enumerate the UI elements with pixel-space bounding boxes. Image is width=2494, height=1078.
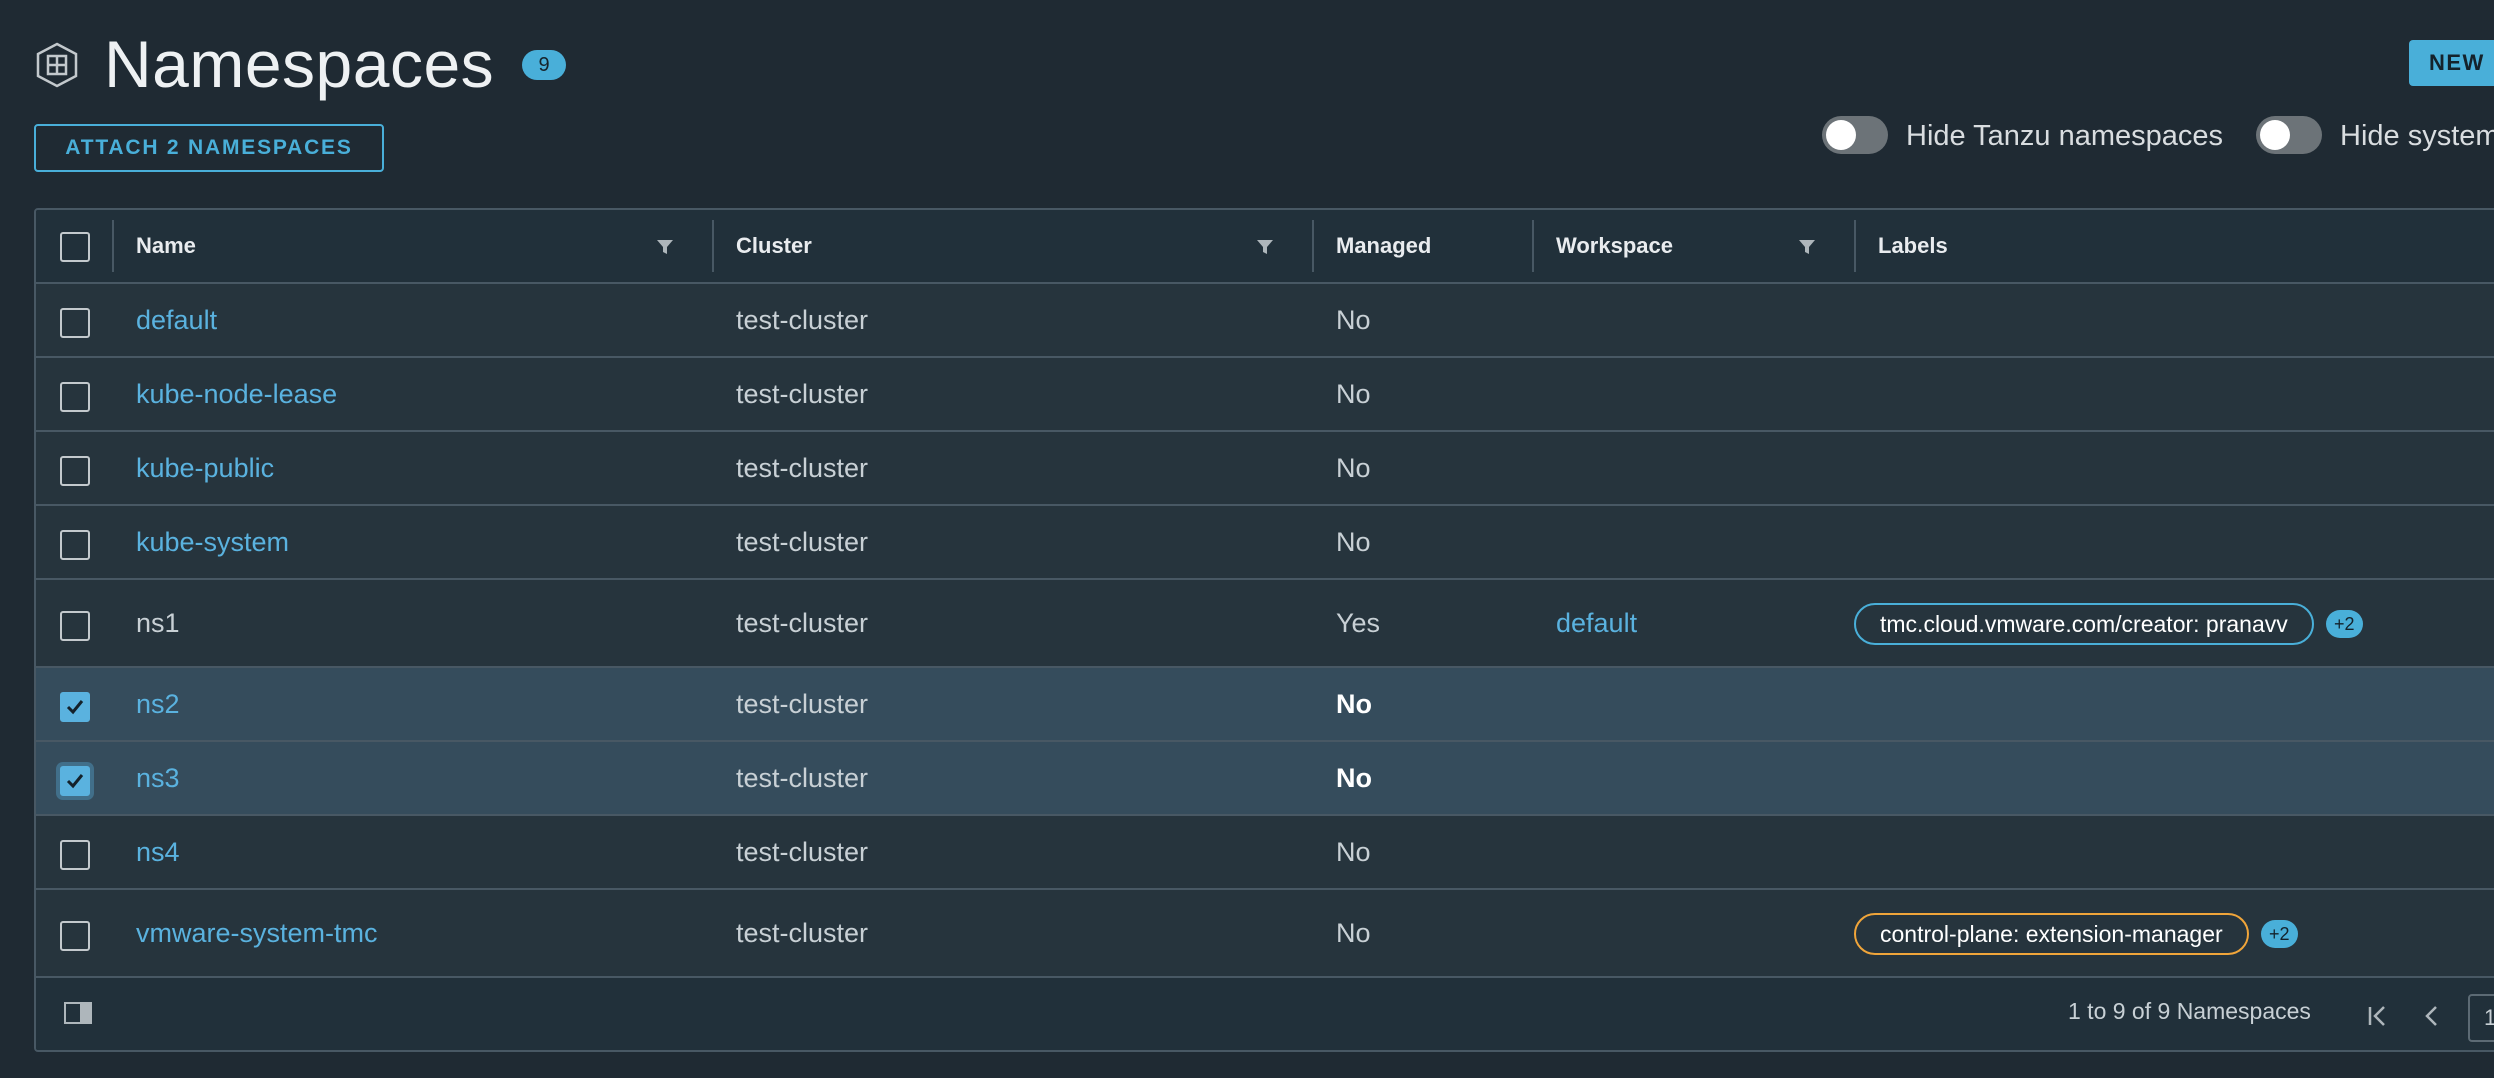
row-select-checkbox[interactable] <box>60 530 90 560</box>
column-toggle-icon[interactable] <box>64 1002 92 1026</box>
cluster-name[interactable]: test-cluster <box>736 379 868 410</box>
check-icon <box>66 700 84 715</box>
filter-icon[interactable] <box>1256 238 1274 256</box>
more-labels-badge[interactable]: +2 <box>2261 920 2298 948</box>
page-number-input[interactable]: 1 <box>2468 994 2494 1042</box>
table-row[interactable]: ns4 test-cluster No <box>36 816 2494 890</box>
table-row[interactable]: vmware-system-tmc test-cluster No control-p… <box>36 890 2494 978</box>
namespace-name-link[interactable]: ns3 <box>136 763 180 794</box>
cluster-name[interactable]: test-cluster <box>736 453 868 484</box>
managed-status: No <box>1336 305 1371 335</box>
namespace-count-badge: 9 <box>522 50 566 80</box>
column-separator[interactable] <box>1532 220 1534 272</box>
row-select-checkbox[interactable] <box>60 692 90 722</box>
managed-status: No <box>1336 763 1372 793</box>
namespace-name-link[interactable]: vmware-system-tmc <box>136 918 378 949</box>
namespace-name-link[interactable]: kube-system <box>136 527 289 558</box>
column-header-name[interactable]: Name <box>136 210 196 282</box>
cluster-name[interactable]: test-cluster <box>736 837 868 868</box>
table-row[interactable]: kube-public test-cluster No <box>36 432 2494 506</box>
filter-icon[interactable] <box>1798 238 1816 256</box>
new-namespace-button[interactable]: NEW <box>2409 40 2494 86</box>
column-header-managed[interactable]: Managed <box>1336 210 1431 282</box>
pagination-summary: 1 to 9 of 9 Namespaces <box>2068 998 2311 1024</box>
table-row[interactable]: ns3 test-cluster No <box>36 742 2494 816</box>
namespace-name-link[interactable]: ns4 <box>136 837 180 868</box>
row-select-checkbox[interactable] <box>60 382 90 412</box>
table-row[interactable]: kube-node-lease test-cluster No <box>36 358 2494 432</box>
managed-status: No <box>1336 689 1372 719</box>
label-tag: tmc.cloud.vmware.com/creator: pranavv <box>1854 603 2314 645</box>
page-title: Namespaces <box>104 27 495 101</box>
row-select-checkbox[interactable] <box>60 840 90 870</box>
hide-system-toggle[interactable] <box>2256 116 2322 154</box>
namespace-name-link[interactable]: kube-node-lease <box>136 379 337 410</box>
row-select-checkbox[interactable] <box>60 921 90 951</box>
managed-status: No <box>1336 527 1371 557</box>
column-header-workspace[interactable]: Workspace <box>1556 210 1673 282</box>
more-labels-badge[interactable]: +2 <box>2326 610 2363 638</box>
namespaces-datagrid: Name Cluster Managed Workspace Labels de… <box>34 208 2494 1052</box>
cluster-name[interactable]: test-cluster <box>736 763 868 794</box>
select-all-checkbox[interactable] <box>60 232 90 262</box>
filter-icon[interactable] <box>656 238 674 256</box>
namespace-name-link[interactable]: ns2 <box>136 689 180 720</box>
toggle-knob <box>1826 120 1856 150</box>
namespace-name-link[interactable]: ns1 <box>136 608 180 639</box>
grid-footer: 1 to 9 of 9 Namespaces 1 <box>36 980 2494 1050</box>
column-separator <box>112 220 114 272</box>
managed-status: Yes <box>1336 608 1381 638</box>
namespaces-page: Namespaces 9 NEW ATTACH 2 NAMESPACES Hid… <box>0 0 2494 1078</box>
label-tag: control-plane: extension-manager <box>1854 913 2249 955</box>
managed-status: No <box>1336 379 1371 409</box>
toggle-knob <box>2260 120 2290 150</box>
column-separator[interactable] <box>1854 220 1856 272</box>
namespace-grid-icon <box>36 42 78 88</box>
grid-header: Name Cluster Managed Workspace Labels <box>36 210 2494 284</box>
check-icon <box>66 774 84 789</box>
table-row[interactable]: ns2 test-cluster No <box>36 668 2494 742</box>
row-select-checkbox[interactable] <box>60 308 90 338</box>
namespace-name-link[interactable]: kube-public <box>136 453 274 484</box>
hide-system-label: Hide system namespaces <box>2340 120 2494 152</box>
column-separator[interactable] <box>1312 220 1314 272</box>
managed-status: No <box>1336 453 1371 483</box>
column-separator[interactable] <box>712 220 714 272</box>
cluster-name[interactable]: test-cluster <box>736 527 868 558</box>
first-page-icon[interactable] <box>2366 1004 2390 1028</box>
row-select-checkbox[interactable] <box>60 766 90 796</box>
hide-tanzu-label: Hide Tanzu namespaces <box>1906 120 2224 152</box>
row-select-checkbox[interactable] <box>60 456 90 486</box>
table-row[interactable]: ns1 test-cluster Yes default tmc.cloud.vmwar… <box>36 580 2494 668</box>
attach-namespaces-button[interactable]: ATTACH 2 NAMESPACES <box>34 124 384 172</box>
managed-status: No <box>1336 918 1371 948</box>
table-row[interactable]: kube-system test-cluster No <box>36 506 2494 580</box>
workspace-link[interactable]: default <box>1556 608 1637 639</box>
previous-page-icon[interactable] <box>2420 1004 2444 1028</box>
table-row[interactable]: default test-cluster No <box>36 284 2494 358</box>
cluster-name[interactable]: test-cluster <box>736 305 868 336</box>
column-header-labels[interactable]: Labels <box>1878 210 1948 282</box>
row-select-checkbox[interactable] <box>60 611 90 641</box>
column-header-cluster[interactable]: Cluster <box>736 210 812 282</box>
cluster-name[interactable]: test-cluster <box>736 689 868 720</box>
namespace-name-link[interactable]: default <box>136 305 217 336</box>
managed-status: No <box>1336 837 1371 867</box>
cluster-name[interactable]: test-cluster <box>736 608 868 639</box>
hide-tanzu-toggle[interactable] <box>1822 116 1888 154</box>
cluster-name[interactable]: test-cluster <box>736 918 868 949</box>
